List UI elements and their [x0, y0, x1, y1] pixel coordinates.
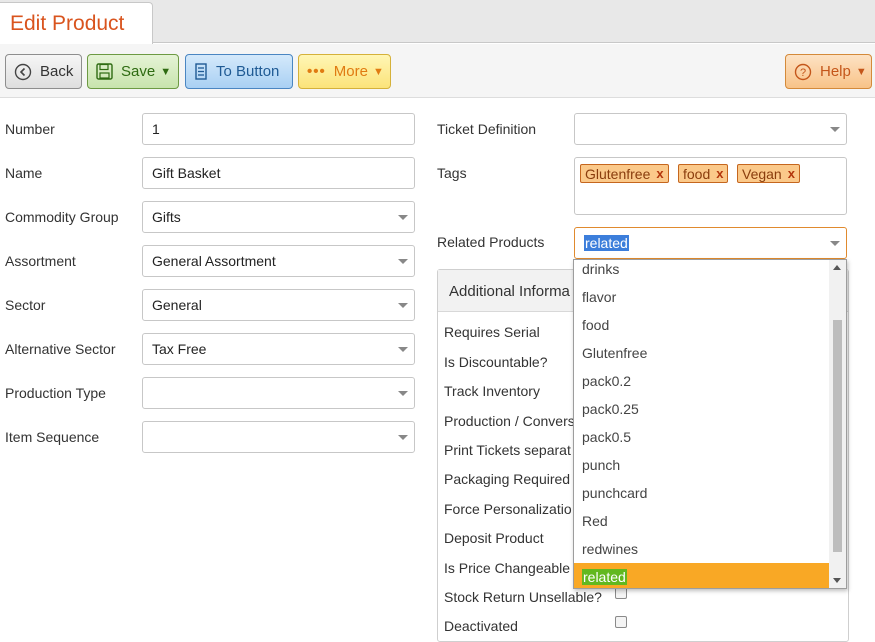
- chevron-down-icon: ▼: [372, 65, 384, 78]
- name-label: Name: [5, 165, 43, 181]
- close-icon[interactable]: x: [716, 166, 723, 181]
- help-button[interactable]: ? Help ▼: [785, 54, 872, 89]
- scroll-down-icon[interactable]: [833, 578, 841, 583]
- dropdown-option[interactable]: pack0.25: [574, 395, 829, 423]
- dots-icon: •••: [307, 63, 326, 80]
- deposit-product-label: Deposit Product: [444, 530, 544, 546]
- tags-input[interactable]: Glutenfree x food x Vegan x: [574, 157, 847, 215]
- circle-chevron-left-icon: [14, 63, 32, 81]
- list-icon: [194, 63, 208, 80]
- save-button[interactable]: Save ▼: [87, 54, 179, 89]
- item-sequence-select[interactable]: [142, 421, 415, 453]
- related-products-input[interactable]: related: [574, 227, 847, 259]
- number-field[interactable]: 1: [142, 113, 415, 145]
- to-button-label: To Button: [216, 63, 280, 80]
- dropdown-option[interactable]: flavor: [574, 283, 829, 311]
- requires-serial-label: Requires Serial: [444, 324, 540, 340]
- track-inventory-label: Track Inventory: [444, 383, 540, 399]
- chevron-down-icon: ▼: [855, 65, 867, 78]
- alternative-sector-select[interactable]: Tax Free: [142, 333, 415, 365]
- sector-label: Sector: [5, 297, 46, 313]
- deactivated-label: Deactivated: [444, 618, 518, 634]
- scrollbar-thumb[interactable]: [833, 320, 842, 552]
- back-label: Back: [40, 63, 74, 80]
- number-label: Number: [5, 121, 55, 137]
- tag-chip[interactable]: Vegan x: [737, 164, 800, 183]
- assortment-label: Assortment: [5, 253, 76, 269]
- commodity-group-label: Commodity Group: [5, 209, 119, 225]
- tag-label: Vegan: [742, 165, 782, 182]
- commodity-group-select[interactable]: Gifts: [142, 201, 415, 233]
- tab-strip: Edit Product: [0, 0, 875, 44]
- assortment-select[interactable]: General Assortment: [142, 245, 415, 277]
- production-type-select[interactable]: [142, 377, 415, 409]
- dropdown-option[interactable]: pack0.5: [574, 423, 829, 451]
- dropdown-option[interactable]: food: [574, 311, 829, 339]
- toolbar: Back Save ▼ To Button ••• More ▼ ? Help …: [0, 44, 875, 98]
- tab-title: Edit Product: [10, 12, 125, 35]
- stock-return-unsellable-label: Stock Return Unsellable?: [444, 589, 602, 605]
- dropdown-option[interactable]: punch: [574, 451, 829, 479]
- save-label: Save: [121, 63, 156, 80]
- is-discountable-label: Is Discountable?: [444, 354, 548, 370]
- scroll-up-icon[interactable]: [833, 265, 841, 270]
- dropdown-option[interactable]: punchcard: [574, 479, 829, 507]
- ticket-definition-select[interactable]: [574, 113, 847, 145]
- force-personalization-label: Force Personalizatio: [444, 501, 572, 517]
- item-sequence-label: Item Sequence: [5, 429, 100, 445]
- production-type-label: Production Type: [5, 385, 106, 401]
- question-circle-icon: ?: [794, 63, 812, 81]
- dropdown-option[interactable]: redwines: [574, 535, 829, 563]
- name-field[interactable]: Gift Basket: [142, 157, 415, 189]
- related-products-label: Related Products: [437, 234, 545, 250]
- dropdown-option-label: related: [582, 569, 627, 585]
- panel-title: Additional Informa: [449, 283, 570, 300]
- deactivated-checkbox[interactable]: [615, 616, 627, 628]
- dropdown-option[interactable]: drinks: [574, 260, 829, 283]
- help-label: Help: [820, 63, 851, 80]
- related-products-dropdown[interactable]: drinks flavor food Glutenfree pack0.2 pa…: [573, 259, 847, 589]
- tag-chip[interactable]: food x: [678, 164, 729, 183]
- tab-edit-product[interactable]: Edit Product: [0, 2, 153, 44]
- related-products-value: related: [584, 235, 629, 251]
- close-icon[interactable]: x: [788, 166, 795, 181]
- is-price-changeable-label: Is Price Changeable: [444, 560, 571, 576]
- tag-label: Glutenfree: [585, 165, 651, 182]
- packaging-required-label: Packaging Required: [444, 471, 571, 487]
- more-button[interactable]: ••• More ▼: [298, 54, 391, 89]
- back-button[interactable]: Back: [5, 54, 82, 89]
- to-button-button[interactable]: To Button: [185, 54, 293, 89]
- tag-chip[interactable]: Glutenfree x: [580, 164, 669, 183]
- ticket-definition-label: Ticket Definition: [437, 121, 537, 137]
- dropdown-option[interactable]: Red: [574, 507, 829, 535]
- chevron-down-icon: ▼: [160, 65, 172, 78]
- more-label: More: [333, 63, 368, 80]
- floppy-disk-icon: [96, 63, 113, 80]
- tags-label: Tags: [437, 165, 467, 181]
- sector-select[interactable]: General: [142, 289, 415, 321]
- print-tickets-label: Print Tickets separat: [444, 442, 571, 458]
- alternative-sector-label: Alternative Sector: [5, 341, 116, 357]
- close-icon[interactable]: x: [656, 166, 663, 181]
- tag-label: food: [683, 165, 711, 182]
- svg-text:?: ?: [800, 67, 806, 79]
- production-conversion-label: Production / Convers: [444, 413, 575, 429]
- dropdown-option[interactable]: pack0.2: [574, 367, 829, 395]
- dropdown-option[interactable]: Glutenfree: [574, 339, 829, 367]
- dropdown-option-active[interactable]: related: [574, 563, 829, 588]
- dropdown-scrollbar[interactable]: [829, 260, 846, 588]
